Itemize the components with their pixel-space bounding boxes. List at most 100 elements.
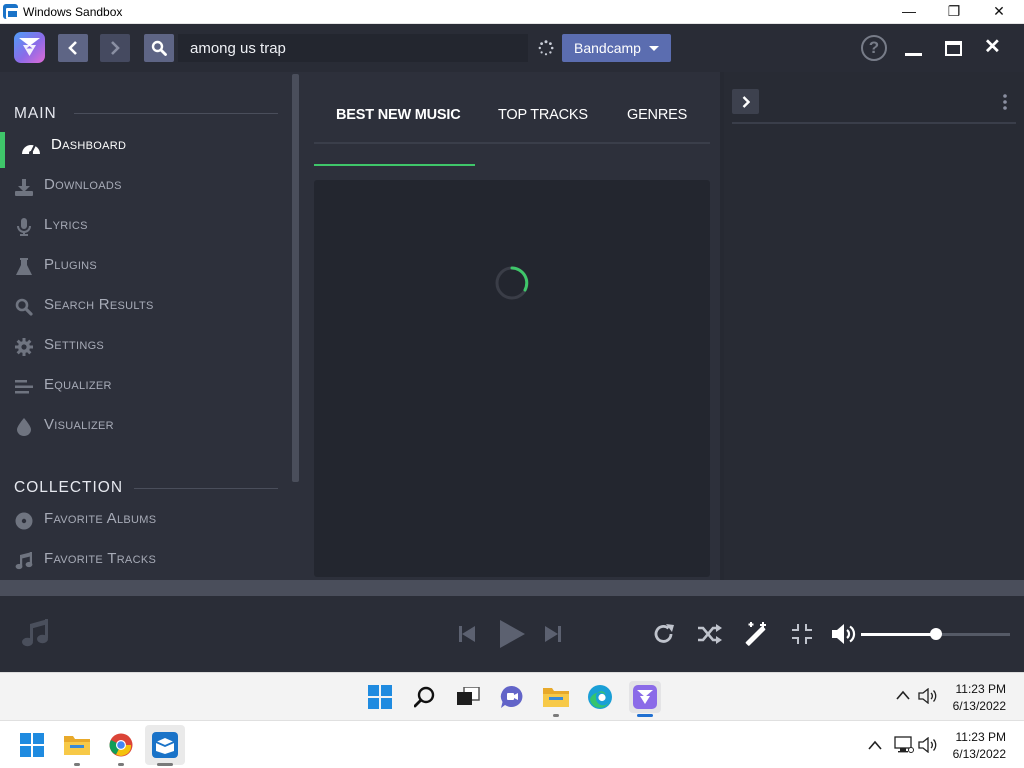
chevron-up-icon[interactable] [896, 690, 910, 700]
seek-bar[interactable] [0, 580, 1024, 596]
teams-chat-button[interactable] [496, 681, 528, 713]
file-explorer-button[interactable] [540, 681, 572, 713]
clock-date: 6/13/2022 [952, 747, 1006, 761]
sidebar-item-downloads[interactable]: Downloads [0, 167, 290, 203]
app-logo-icon [14, 32, 45, 63]
section-heading-main: MAIN [14, 105, 57, 122]
sidebar-item-equalizer[interactable]: Equalizer [0, 367, 290, 403]
player-bar [0, 596, 1024, 672]
volume-handle[interactable] [929, 628, 942, 640]
sandbox-taskbar: 11:23 PM 6/13/2022 [0, 672, 1024, 720]
host-chrome-button[interactable] [105, 729, 137, 761]
sidebar-item-lyrics[interactable]: Lyrics [0, 207, 290, 243]
speaker-icon[interactable] [918, 688, 938, 704]
active-indicator [0, 132, 5, 168]
folder-icon [64, 736, 90, 755]
play-button[interactable] [497, 617, 527, 651]
host-file-explorer-button[interactable] [61, 729, 93, 761]
network-icon[interactable] [894, 736, 914, 754]
main-content: BEST NEW MUSIC TOP TRACKS GENRES [300, 72, 720, 580]
clock-time: 11:23 PM [955, 682, 1006, 696]
running-indicator [74, 763, 80, 766]
music-app-taskbar-button[interactable] [629, 681, 661, 713]
volume-button[interactable] [831, 621, 859, 647]
content-panel [314, 180, 710, 577]
chevron-left-icon [68, 41, 77, 55]
search-icon [14, 297, 34, 317]
gear-icon [14, 337, 34, 357]
sidebar-item-label: Dashboard [51, 136, 127, 153]
microphone-icon [14, 217, 34, 237]
host-sandbox-button[interactable] [149, 729, 181, 761]
app-header: Bandcamp ? ✕ [0, 24, 1024, 72]
shuffle-button[interactable] [697, 622, 723, 646]
folder-icon [543, 688, 569, 707]
source-label: Bandcamp [574, 40, 641, 56]
repeat-icon [654, 624, 674, 643]
chevron-up-icon[interactable] [868, 740, 882, 750]
sandbox-restore-button[interactable]: ❐ [931, 0, 977, 24]
search-button[interactable] [144, 34, 174, 62]
search-icon [414, 686, 435, 708]
sidebar-item-search-results[interactable]: Search Results [0, 287, 290, 323]
sidebar-item-plugins[interactable]: Plugins [0, 247, 290, 283]
app-maximize-button[interactable] [945, 41, 962, 56]
host-start-button[interactable] [16, 729, 48, 761]
more-options-icon[interactable] [1002, 94, 1008, 110]
sidebar-item-label: Settings [44, 336, 105, 353]
forward-button[interactable] [100, 34, 130, 62]
source-dropdown[interactable]: Bandcamp [562, 34, 671, 62]
chrome-icon [109, 733, 133, 757]
repeat-button[interactable] [651, 622, 677, 646]
sidebar-item-visualizer[interactable]: Visualizer [0, 407, 290, 443]
clock-date: 6/13/2022 [952, 699, 1006, 713]
sidebar-item-favorite-albums[interactable]: Favorite Albums [0, 501, 290, 537]
search-taskbar-button[interactable] [409, 681, 441, 713]
search-input[interactable] [178, 34, 528, 62]
sidebar-item-label: Downloads [44, 176, 122, 193]
active-app-indicator [157, 763, 173, 766]
magic-wand-icon [745, 622, 766, 646]
magic-wand-button[interactable] [742, 620, 770, 648]
loading-spinner-icon [538, 40, 554, 56]
sidebar-scrollbar[interactable] [292, 74, 299, 482]
next-icon [545, 626, 561, 642]
previous-button[interactable] [458, 623, 476, 645]
active-app-indicator [637, 714, 653, 717]
dashboard-icon [21, 137, 41, 157]
back-button[interactable] [58, 34, 88, 62]
sidebar-item-dashboard[interactable]: Dashboard [0, 127, 290, 168]
help-button[interactable]: ? [861, 35, 887, 61]
running-indicator [118, 763, 124, 766]
tab-top-tracks[interactable]: TOP TRACKS [498, 107, 588, 123]
sandbox-close-button[interactable]: ✕ [976, 0, 1022, 24]
expand-panel-button[interactable] [732, 89, 759, 114]
sandbox-clock[interactable]: 11:23 PM 6/13/2022 [946, 681, 1006, 715]
sandbox-minimize-button[interactable]: — [886, 0, 932, 24]
app-close-button[interactable]: ✕ [984, 36, 1004, 58]
app-minimize-button[interactable] [905, 38, 923, 58]
music-note-icon [14, 551, 34, 571]
play-icon [500, 620, 525, 648]
sandbox-window-title: Windows Sandbox [23, 5, 123, 19]
sidebar-item-favorite-tracks[interactable]: Favorite Tracks [0, 541, 290, 577]
volume-slider[interactable] [861, 628, 1010, 640]
tab-best-new-music[interactable]: BEST NEW MUSIC [336, 107, 461, 123]
sidebar: MAIN Dashboard Downloads Lyrics Plugins … [0, 72, 300, 580]
tab-genres[interactable]: GENRES [627, 107, 687, 123]
active-tab-indicator [314, 164, 475, 166]
speaker-icon[interactable] [918, 737, 938, 753]
next-button[interactable] [544, 623, 562, 645]
compress-icon [792, 624, 812, 644]
chat-icon [500, 685, 523, 708]
previous-icon [459, 626, 475, 642]
compress-button[interactable] [789, 622, 815, 646]
task-view-button[interactable] [452, 681, 484, 713]
edge-button[interactable] [584, 681, 616, 713]
sidebar-item-label: Favorite Tracks [44, 550, 157, 567]
host-clock[interactable]: 11:23 PM 6/13/2022 [946, 729, 1006, 763]
sidebar-item-label: Visualizer [44, 416, 114, 433]
sidebar-item-settings[interactable]: Settings [0, 327, 290, 363]
start-button[interactable] [364, 681, 396, 713]
music-app-icon [633, 685, 657, 709]
